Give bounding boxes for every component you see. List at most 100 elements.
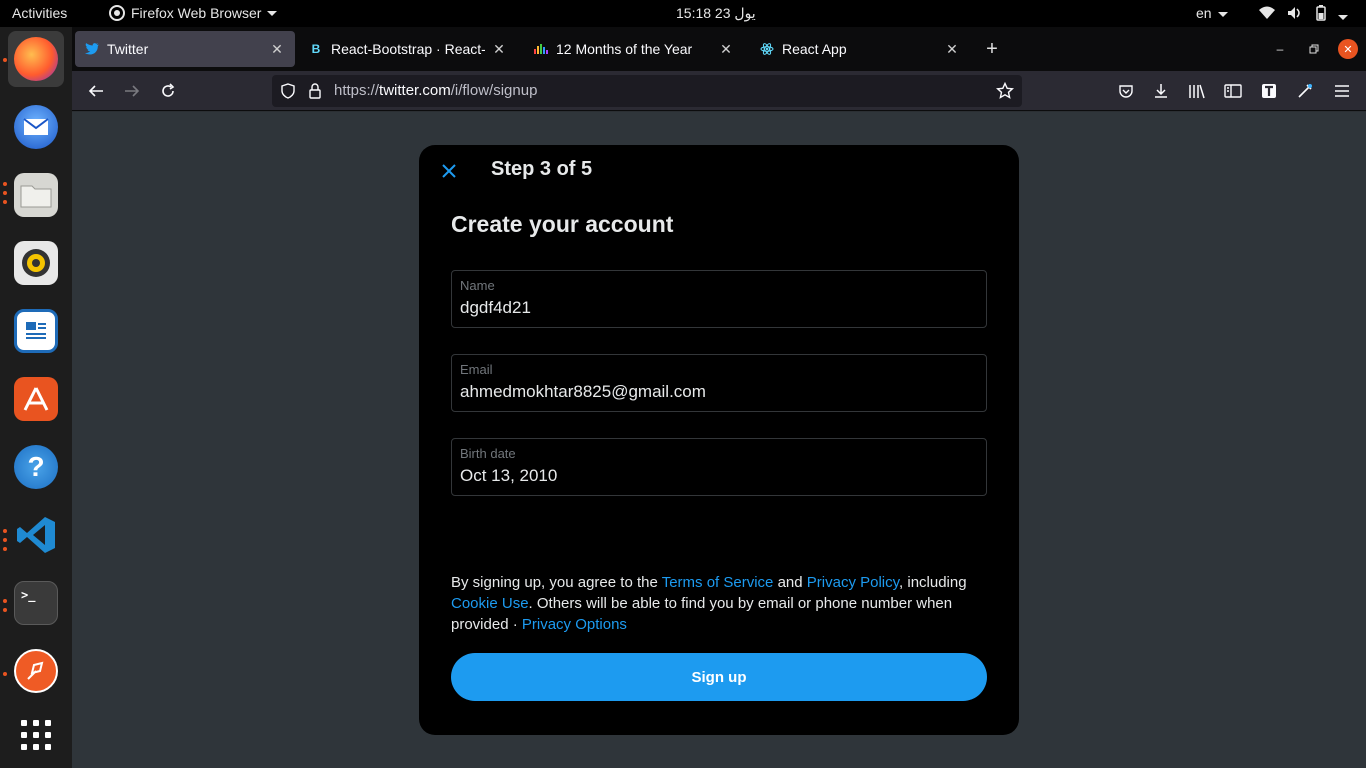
app-menu[interactable]: Firefox Web Browser xyxy=(109,5,278,21)
arrow-left-icon xyxy=(88,85,103,97)
twitter-icon xyxy=(85,42,99,56)
battery-icon xyxy=(1316,5,1326,21)
rhythmbox-icon xyxy=(14,241,58,285)
url-text[interactable]: https://twitter.com/i/flow/signup xyxy=(334,82,537,99)
close-tab-icon[interactable]: ✕ xyxy=(944,41,960,57)
birth-date-field[interactable]: Birth date Oct 13, 2010 xyxy=(451,438,987,496)
tab-react-app[interactable]: React App ✕ xyxy=(750,31,970,67)
clock[interactable]: 15:18 23 يول xyxy=(676,5,756,22)
app-store-icon xyxy=(23,387,49,411)
libreoffice-writer-icon xyxy=(14,309,58,353)
minimize-button[interactable]: – xyxy=(1270,39,1290,59)
sidebar-button[interactable] xyxy=(1221,79,1245,103)
url-path: /i/flow/signup xyxy=(450,82,538,99)
library-button[interactable] xyxy=(1185,79,1209,103)
terms-text-2: and xyxy=(773,574,807,591)
privacy-policy-link[interactable]: Privacy Policy xyxy=(807,574,899,591)
dock-vscode[interactable] xyxy=(8,507,64,563)
extension-t-icon xyxy=(1262,84,1276,98)
show-applications-button[interactable] xyxy=(8,707,64,763)
firefox-window: Twitter ✕ B React-Bootstrap · React-B ✕ … xyxy=(72,27,1366,768)
lock-icon[interactable] xyxy=(308,83,322,99)
arrow-right-icon xyxy=(125,85,140,97)
activities-button[interactable]: Activities xyxy=(12,5,67,21)
privacy-options-link[interactable]: Privacy Options xyxy=(522,616,627,633)
close-tab-icon[interactable]: ✕ xyxy=(269,41,285,57)
postman-icon xyxy=(14,649,58,693)
running-indicator xyxy=(3,672,7,676)
email-input[interactable]: ahmedmokhtar8825@gmail.com xyxy=(460,382,980,402)
running-indicator xyxy=(3,529,7,533)
close-tab-icon[interactable]: ✕ xyxy=(718,41,734,57)
running-indicator xyxy=(3,200,7,204)
dock-rhythmbox[interactable] xyxy=(8,235,64,291)
tab-react-bootstrap[interactable]: B React-Bootstrap · React-B ✕ xyxy=(299,31,517,67)
cookie-use-link[interactable]: Cookie Use xyxy=(451,595,529,612)
close-window-button[interactable]: ✕ xyxy=(1338,39,1358,59)
back-button[interactable] xyxy=(84,79,108,103)
chevron-down-icon xyxy=(1337,14,1348,20)
tab-bar: Twitter ✕ B React-Bootstrap · React-B ✕ … xyxy=(72,27,1366,71)
bookmark-star-icon[interactable] xyxy=(996,82,1014,100)
tab-twitter[interactable]: Twitter ✕ xyxy=(75,31,295,67)
dock-writer[interactable] xyxy=(8,303,64,359)
url-bar[interactable]: https://twitter.com/i/flow/signup xyxy=(272,75,1022,107)
name-label: Name xyxy=(460,278,495,293)
pocket-button[interactable] xyxy=(1114,79,1138,103)
close-icon xyxy=(442,164,456,178)
software-center-icon xyxy=(14,377,58,421)
running-indicator xyxy=(3,599,7,603)
new-tab-button[interactable]: + xyxy=(982,38,1002,60)
language-menu[interactable]: en xyxy=(1196,5,1228,21)
sign-up-button[interactable]: Sign up xyxy=(451,653,987,701)
tab-title: React App xyxy=(782,41,847,57)
dock-thunderbird[interactable] xyxy=(8,99,64,155)
close-modal-button[interactable] xyxy=(437,159,461,183)
close-tab-icon[interactable]: ✕ xyxy=(491,41,507,57)
dock-software[interactable] xyxy=(8,371,64,427)
status-menu[interactable] xyxy=(1258,5,1348,24)
reload-icon xyxy=(162,83,175,97)
navigation-toolbar: https://twitter.com/i/flow/signup xyxy=(72,71,1366,111)
name-field[interactable]: Name dgdf4d21 xyxy=(451,270,987,328)
url-host: twitter.com xyxy=(379,82,451,99)
dock-firefox[interactable] xyxy=(8,31,64,87)
terms-text-3: , including xyxy=(899,574,967,591)
terms-text-1: By signing up, you agree to the xyxy=(451,574,662,591)
running-indicator xyxy=(3,547,7,551)
pocket-icon xyxy=(1119,85,1133,98)
running-indicator xyxy=(3,191,7,195)
system-top-bar: Activities Firefox Web Browser 15:18 23 … xyxy=(0,0,1366,27)
running-indicator xyxy=(3,182,7,186)
email-field[interactable]: Email ahmedmokhtar8825@gmail.com xyxy=(451,354,987,412)
help-icon: ? xyxy=(14,445,58,489)
menu-button[interactable] xyxy=(1330,79,1354,103)
maximize-button[interactable] xyxy=(1304,39,1324,59)
chevron-down-icon xyxy=(267,10,278,16)
hamburger-menu-icon xyxy=(1335,85,1349,97)
files-icon xyxy=(14,173,58,217)
tab-12-months[interactable]: 12 Months of the Year ✕ xyxy=(524,31,744,67)
birth-date-label: Birth date xyxy=(460,446,516,461)
devtools-extension-button[interactable] xyxy=(1293,79,1317,103)
dock-terminal[interactable]: >_ xyxy=(8,575,64,631)
forward-button[interactable] xyxy=(120,79,144,103)
reload-button[interactable] xyxy=(156,79,180,103)
running-indicator xyxy=(3,608,7,612)
dock-postman[interactable] xyxy=(8,643,64,699)
terms-of-service-link[interactable]: Terms of Service xyxy=(662,574,774,591)
name-input[interactable]: dgdf4d21 xyxy=(460,298,980,318)
shield-icon[interactable] xyxy=(280,83,296,99)
app-menu-label: Firefox Web Browser xyxy=(131,5,262,21)
dock-files[interactable] xyxy=(8,167,64,223)
extension-button[interactable] xyxy=(1257,79,1281,103)
envelope-icon xyxy=(23,118,49,135)
rocket-icon xyxy=(27,661,44,680)
restore-icon xyxy=(1309,44,1319,54)
firefox-icon xyxy=(14,37,58,81)
dock-help[interactable]: ? xyxy=(8,439,64,495)
dock: ? >_ xyxy=(0,27,72,768)
chevron-down-icon xyxy=(1217,11,1228,17)
downloads-button[interactable] xyxy=(1149,79,1173,103)
birth-date-input[interactable]: Oct 13, 2010 xyxy=(460,466,980,486)
